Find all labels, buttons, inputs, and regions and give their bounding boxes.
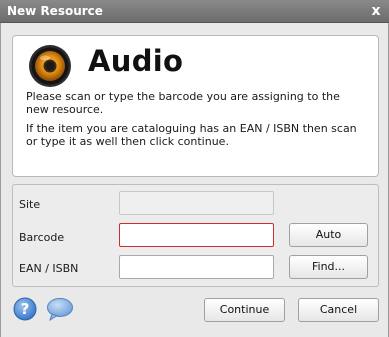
cancel-button[interactable]: Cancel bbox=[298, 298, 379, 322]
info-panel: Audio Please scan or type the barcode yo… bbox=[12, 35, 379, 177]
resource-type-title: Audio bbox=[88, 44, 184, 78]
help-icon[interactable]: ? bbox=[13, 297, 37, 321]
ean-isbn-label: EAN / ISBN bbox=[19, 262, 79, 275]
barcode-input[interactable] bbox=[119, 223, 274, 247]
find-button[interactable]: Find... bbox=[289, 255, 368, 279]
window-title: New Resource bbox=[7, 4, 103, 18]
instruction-text: Please scan or type the barcode you are … bbox=[26, 90, 340, 116]
speaker-icon bbox=[29, 45, 71, 87]
svg-text:?: ? bbox=[21, 300, 30, 318]
site-label: Site bbox=[19, 198, 41, 211]
auto-button[interactable]: Auto bbox=[289, 223, 368, 247]
form-panel: Site Barcode Auto EAN / ISBN Find... bbox=[12, 184, 379, 287]
ean-isbn-input[interactable] bbox=[119, 255, 274, 279]
barcode-label: Barcode bbox=[19, 231, 65, 244]
title-bar: New Resource x bbox=[0, 0, 389, 23]
chat-bubble-icon[interactable] bbox=[46, 297, 74, 321]
close-button[interactable]: x bbox=[368, 3, 384, 19]
site-field bbox=[119, 191, 274, 215]
continue-button[interactable]: Continue bbox=[204, 298, 285, 322]
ean-instruction-text: If the item you are cataloguing has an E… bbox=[26, 122, 357, 148]
